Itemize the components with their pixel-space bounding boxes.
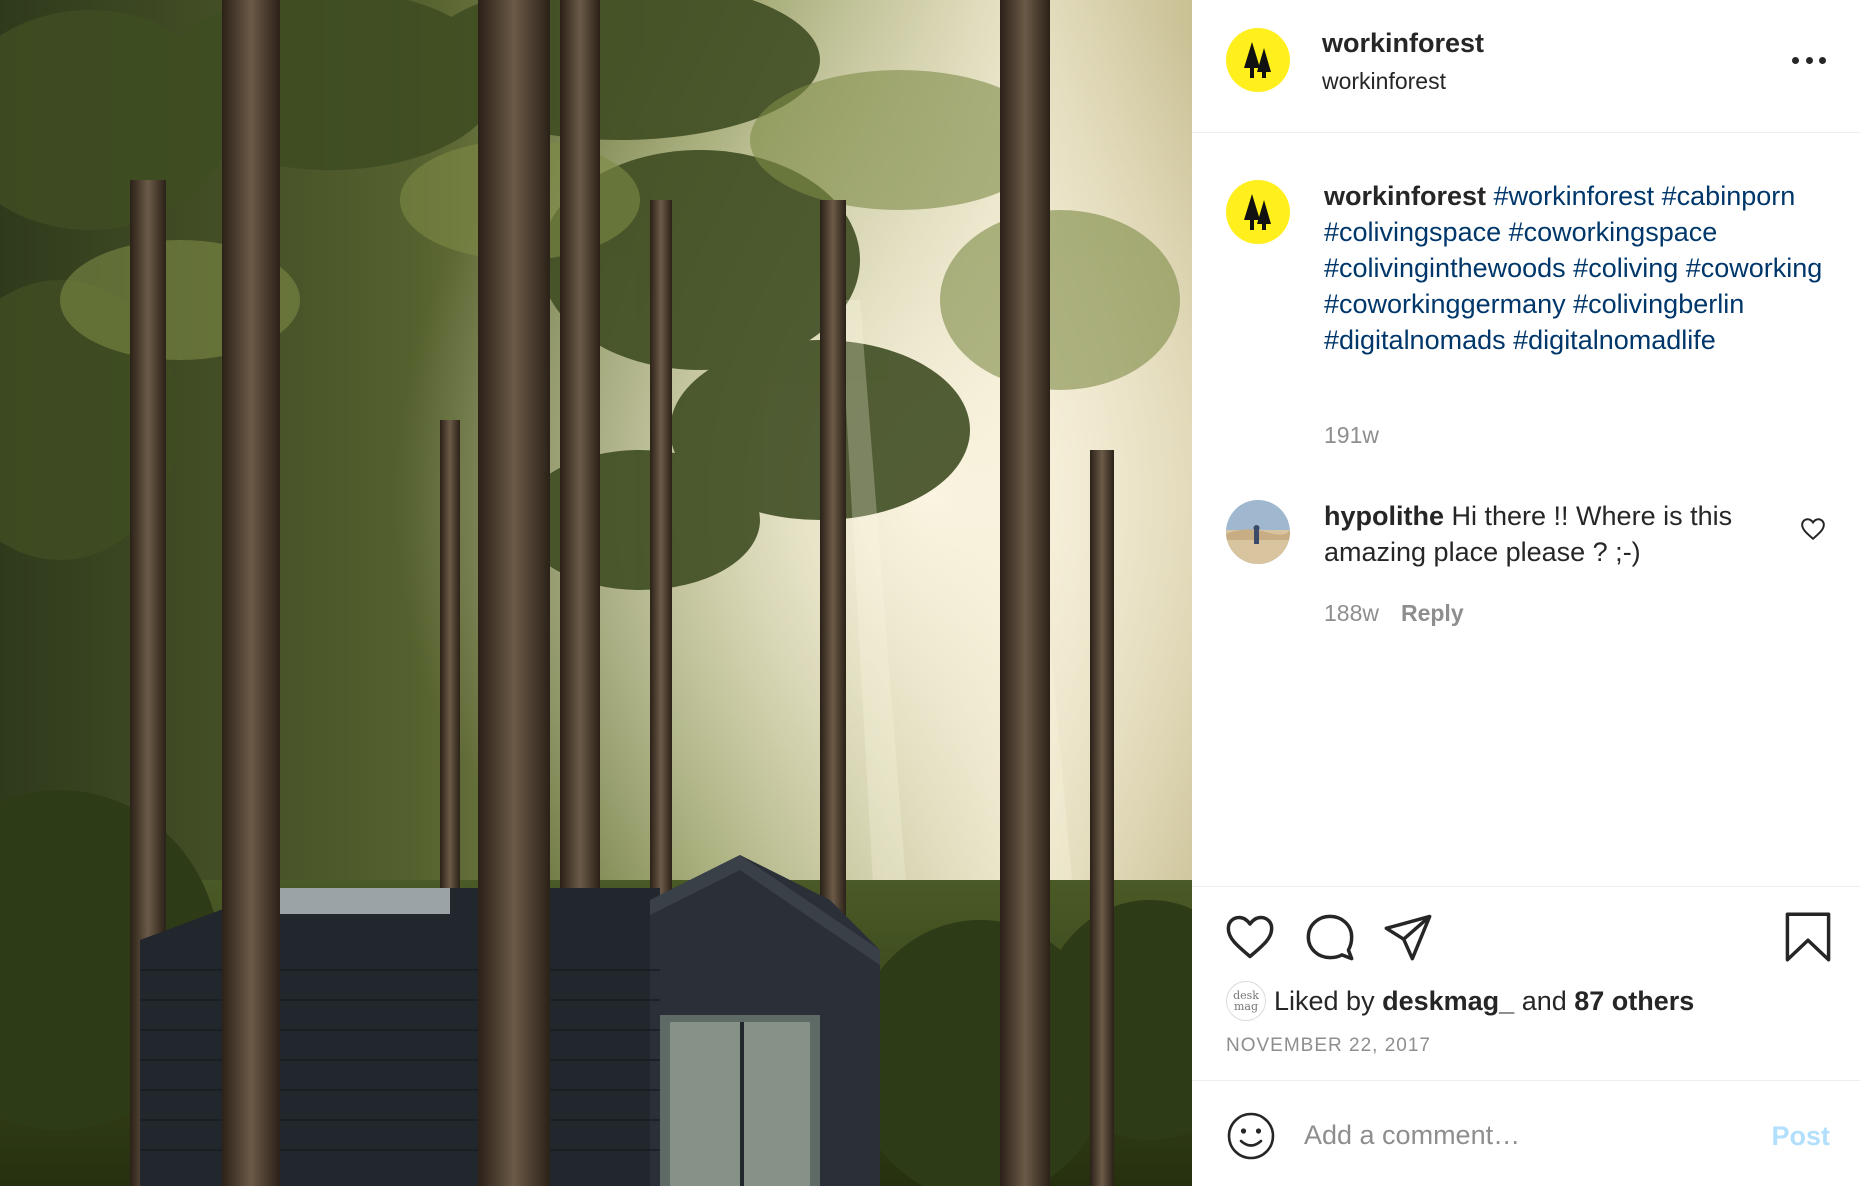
hashtag[interactable]: #coworkingspace: [1509, 217, 1718, 247]
hashtag[interactable]: #workinforest: [1494, 181, 1655, 211]
hashtag[interactable]: #coworking: [1686, 253, 1823, 283]
heart-icon[interactable]: [1224, 911, 1276, 963]
hashtag[interactable]: #colivinginthewoods: [1324, 253, 1566, 283]
caption-avatar[interactable]: [1226, 180, 1290, 244]
post-header: workinforest workinforest: [1192, 0, 1860, 133]
reply-button[interactable]: Reply: [1401, 600, 1464, 626]
comment-item: hypolithe Hi there !! Where is this amaz…: [1192, 496, 1860, 626]
hashtag[interactable]: #digitalnomadlife: [1513, 325, 1716, 355]
hashtag[interactable]: #cabinporn: [1662, 181, 1796, 211]
liked-by-mid: and: [1521, 985, 1567, 1016]
liker-avatar[interactable]: desk mag: [1226, 981, 1266, 1021]
header-username[interactable]: workinforest: [1322, 28, 1484, 59]
profile-avatar[interactable]: [1226, 28, 1290, 92]
desert-photo-icon: [1226, 500, 1290, 564]
caption-username[interactable]: workinforest: [1324, 181, 1486, 211]
pine-trees-icon: [1244, 194, 1271, 230]
liker-avatar-line2: mag: [1233, 1000, 1259, 1013]
instagram-post: workinforest workinforest workinforest #…: [0, 0, 1860, 1186]
liked-by-others[interactable]: 87 others: [1574, 986, 1694, 1017]
post-button[interactable]: Post: [1771, 1121, 1830, 1152]
header-subtitle[interactable]: workinforest: [1322, 68, 1446, 95]
comment-icon[interactable]: [1304, 911, 1356, 963]
share-icon[interactable]: [1382, 911, 1434, 963]
action-bar: desk mag Liked by deskmag_ and 87 others…: [1192, 886, 1860, 1081]
hashtag[interactable]: #coworkinggermany: [1324, 289, 1566, 319]
liked-by-prefix: Liked by: [1274, 985, 1375, 1016]
hashtag[interactable]: #digitalnomads: [1324, 325, 1506, 355]
pine-trees-icon: [1244, 42, 1271, 78]
comment-input[interactable]: [1304, 1107, 1734, 1163]
liked-by-user[interactable]: deskmag_: [1382, 986, 1514, 1017]
hashtag[interactable]: #colivingspace: [1324, 217, 1501, 247]
comment-text: hypolithe Hi there !! Where is this amaz…: [1324, 498, 1794, 570]
comment-meta: 188w Reply: [1324, 600, 1464, 627]
more-horizontal-icon[interactable]: [1792, 50, 1826, 70]
caption-age[interactable]: 191w: [1324, 422, 1379, 449]
commenter-username[interactable]: hypolithe: [1324, 501, 1444, 531]
hashtag[interactable]: #colivingberlin: [1573, 289, 1744, 319]
bookmark-icon[interactable]: [1782, 911, 1834, 963]
forest-cabin-photo: [0, 0, 1192, 1186]
caption-text: workinforest #workinforest #cabinporn #c…: [1324, 178, 1834, 358]
comment-like-icon[interactable]: [1800, 516, 1826, 542]
likes-summary: desk mag Liked by deskmag_ and 87 others: [1226, 981, 1694, 1021]
comment-age[interactable]: 188w: [1324, 600, 1379, 626]
hashtag[interactable]: #coliving: [1573, 253, 1678, 283]
emoji-icon[interactable]: [1226, 1111, 1276, 1161]
commenter-avatar[interactable]: [1226, 500, 1290, 564]
post-sidebar: workinforest workinforest workinforest #…: [1192, 0, 1860, 1186]
post-date[interactable]: NOVEMBER 22, 2017: [1226, 1035, 1431, 1057]
add-comment-bar: Post: [1192, 1080, 1860, 1187]
post-photo[interactable]: [0, 0, 1192, 1186]
